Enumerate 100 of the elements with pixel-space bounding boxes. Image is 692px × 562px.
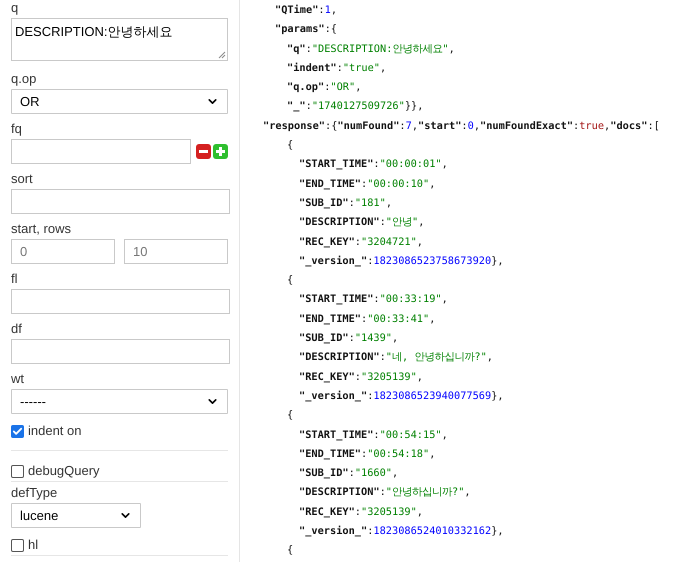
- json-punctuation: :: [354, 236, 361, 248]
- select-dropdown[interactable]: OR: [11, 89, 228, 114]
- json-punctuation: ,: [392, 332, 398, 344]
- json-string: "3205139": [361, 506, 417, 518]
- json-key: "END_TIME": [299, 178, 361, 190]
- field-label: wt: [11, 371, 24, 386]
- json-punctuation: ,: [442, 293, 448, 306]
- json-punctuation: :: [380, 216, 386, 228]
- json-punctuation: ,: [448, 42, 455, 55]
- json-punctuation: ,: [386, 196, 392, 209]
- json-key: "indent": [287, 62, 337, 74]
- json-string: "00:00:01": [380, 158, 442, 170]
- query-textarea[interactable]: DESCRIPTION:안녕하세요: [11, 18, 228, 61]
- text-field[interactable]: [11, 289, 230, 314]
- json-punctuation: :: [361, 178, 368, 190]
- json-punctuation: :: [348, 467, 355, 480]
- json-number: 1823086523758673920: [373, 254, 492, 267]
- text-field[interactable]: [11, 339, 230, 364]
- json-punctuation: ,: [418, 216, 424, 228]
- json-punctuation: ,: [442, 428, 448, 441]
- json-string: "1660": [354, 467, 392, 480]
- checkbox[interactable]: [11, 538, 24, 552]
- json-key: "START_TIME": [299, 428, 374, 441]
- checkbox[interactable]: [11, 464, 24, 478]
- json-key: "q.op": [287, 81, 324, 94]
- json-key: "start": [418, 120, 462, 132]
- json-punctuation: ,: [416, 236, 423, 248]
- json-punctuation: ,: [474, 120, 480, 132]
- json-key: "response": [263, 120, 325, 132]
- field-label: fl: [11, 271, 18, 286]
- json-punctuation: {: [287, 544, 294, 556]
- json-string: "true": [342, 62, 380, 74]
- json-string: "안녕": [386, 216, 418, 228]
- json-string: "00:54:18": [367, 448, 430, 460]
- json-number: 1: [324, 4, 331, 16]
- json-punctuation: ,: [392, 467, 398, 480]
- json-key: "DESCRIPTION": [299, 486, 380, 498]
- json-key: "START_TIME": [299, 293, 374, 306]
- json-punctuation: },: [491, 254, 504, 267]
- number-field[interactable]: 0: [11, 239, 115, 264]
- json-string: "OR": [330, 81, 356, 94]
- json-punctuation: ,: [429, 178, 436, 190]
- field-label: sort: [11, 171, 33, 186]
- json-punctuation: ,: [442, 158, 448, 170]
- json-punctuation: :: [348, 332, 355, 344]
- text-field[interactable]: [11, 189, 230, 214]
- json-punctuation: :: [380, 486, 386, 498]
- json-key: "REC_KEY": [299, 236, 355, 248]
- json-punctuation: ,: [429, 312, 436, 325]
- json-punctuation: :: [373, 428, 380, 441]
- json-string: "네, 안녕하십니까?": [386, 351, 487, 364]
- checkbox-label: indent on: [28, 422, 82, 440]
- field-label: defType: [11, 485, 58, 500]
- json-string: "00:33:19": [380, 293, 442, 306]
- json-punctuation: ,: [412, 120, 418, 132]
- json-punctuation: :: [361, 448, 368, 460]
- json-string: "DESCRIPTION:안녕하세요": [312, 42, 449, 55]
- field-label: start, rows: [11, 221, 71, 236]
- json-key: "numFoundExact": [480, 120, 574, 132]
- json-punctuation: :[: [647, 120, 660, 132]
- remove-button[interactable]: [196, 144, 211, 159]
- add-button[interactable]: [213, 144, 228, 159]
- json-key: "docs": [610, 120, 648, 132]
- plus-icon: [216, 147, 225, 156]
- json-punctuation: :: [336, 62, 343, 74]
- select-dropdown[interactable]: lucene: [11, 503, 141, 528]
- filter-query-field[interactable]: [11, 139, 191, 164]
- json-punctuation: },: [491, 525, 504, 538]
- json-punctuation: :: [354, 506, 361, 518]
- checkbox[interactable]: [11, 424, 24, 438]
- checkbox-label: hl: [28, 536, 38, 554]
- json-number: 1823086523940077569: [373, 390, 492, 402]
- json-punctuation: ,: [330, 4, 338, 16]
- json-punctuation: },: [491, 390, 504, 402]
- json-string: "181": [354, 196, 386, 209]
- json-punctuation: :: [324, 81, 330, 94]
- json-string: "1439": [354, 332, 392, 344]
- json-number: 7: [406, 120, 412, 132]
- json-punctuation: :{: [324, 23, 338, 36]
- number-field[interactable]: 10: [124, 239, 228, 264]
- json-key: "SUB_ID": [299, 196, 349, 209]
- json-punctuation: ,: [416, 370, 423, 383]
- json-key: "params": [275, 23, 325, 36]
- json-punctuation: :: [380, 351, 386, 364]
- json-punctuation: :: [367, 390, 374, 402]
- json-number: 0: [468, 120, 474, 132]
- json-punctuation: {: [287, 139, 294, 152]
- select-dropdown[interactable]: ------: [11, 389, 228, 414]
- check-icon: [12, 426, 23, 436]
- json-key: "_version_": [299, 525, 368, 538]
- json-punctuation: :: [373, 293, 380, 306]
- json-punctuation: ,: [416, 506, 423, 518]
- json-punctuation: ,: [429, 448, 436, 460]
- json-key: "REC_KEY": [299, 506, 355, 518]
- json-key: "_version_": [299, 390, 368, 402]
- minus-icon: [199, 150, 208, 153]
- field-label: q: [11, 0, 18, 15]
- json-string: "3204721": [361, 236, 417, 248]
- json-punctuation: {: [287, 409, 294, 422]
- json-number: 1823086524010332162: [373, 525, 492, 538]
